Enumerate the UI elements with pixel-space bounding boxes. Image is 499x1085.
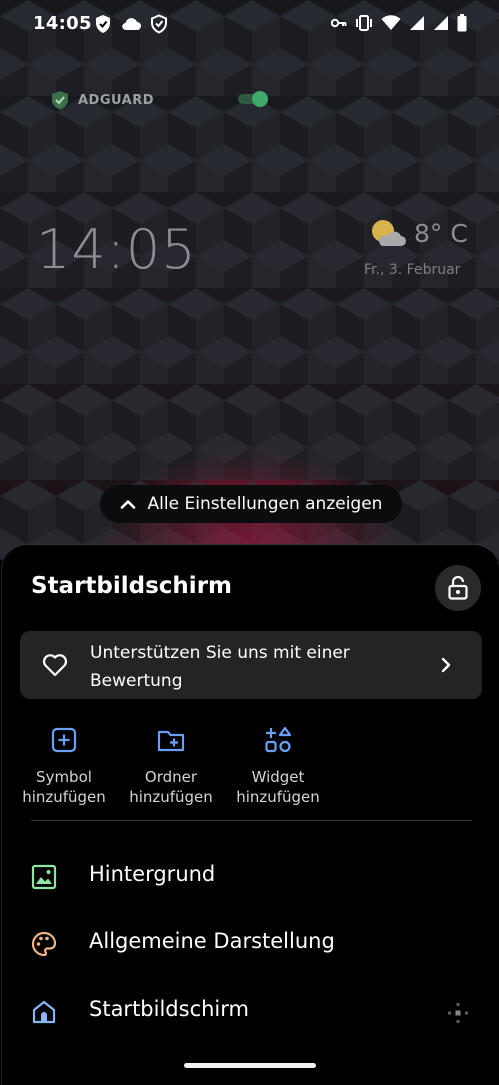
add-folder-button[interactable]: Ordner hinzufügen bbox=[116, 725, 226, 807]
divider bbox=[31, 820, 472, 821]
settings-sheet: Startbildschirm Unterstützen Sie uns mit… bbox=[1, 544, 499, 1085]
chevron-up-icon bbox=[120, 500, 135, 509]
adguard-logo-icon bbox=[52, 91, 68, 110]
chevron-right-icon bbox=[441, 657, 451, 673]
heart-icon bbox=[42, 654, 68, 677]
signal-icon bbox=[434, 16, 448, 30]
unlock-icon bbox=[448, 576, 468, 600]
menu-label-appearance: Allgemeine Darstellung bbox=[89, 929, 335, 953]
widgets-icon bbox=[265, 726, 292, 753]
wifi-icon bbox=[381, 15, 401, 30]
rating-card[interactable]: Unterstützen Sie uns mit einer Bewertung bbox=[20, 631, 482, 699]
menu-label-homescreen: Startbildschirm bbox=[89, 997, 249, 1021]
weather-temperature: 8° C bbox=[414, 218, 468, 248]
image-icon bbox=[31, 864, 57, 890]
cloud-icon bbox=[122, 18, 141, 31]
all-settings-button[interactable]: Alle Einstellungen anzeigen bbox=[100, 485, 402, 523]
signal-icon bbox=[410, 16, 424, 30]
shield-check-icon bbox=[151, 14, 167, 34]
adguard-toggle[interactable] bbox=[238, 90, 270, 108]
vibrate-icon bbox=[356, 15, 372, 31]
partly-cloudy-icon bbox=[372, 220, 406, 246]
adguard-widget[interactable]: ADGUARD bbox=[50, 88, 280, 112]
add-square-icon bbox=[51, 727, 77, 753]
menu-label-background: Hintergrund bbox=[89, 862, 216, 886]
add-symbol-label: Symbol hinzufügen bbox=[22, 768, 106, 806]
drag-handle-icon[interactable] bbox=[446, 1001, 470, 1025]
battery-icon bbox=[457, 14, 467, 32]
home-icon bbox=[32, 1000, 56, 1024]
all-settings-label: Alle Einstellungen anzeigen bbox=[147, 494, 383, 514]
adguard-shield-icon bbox=[96, 15, 110, 33]
menu-item-background[interactable]: Hintergrund bbox=[2, 848, 499, 904]
status-time: 14:05 bbox=[33, 13, 92, 34]
weather-widget[interactable]: 8° C bbox=[368, 218, 468, 248]
home-clock[interactable]: 14:05 bbox=[36, 218, 197, 281]
add-widget-label: Widget hinzufügen bbox=[236, 768, 320, 806]
add-folder-label: Ordner hinzufügen bbox=[129, 768, 213, 806]
menu-item-homescreen[interactable]: Startbildschirm bbox=[2, 983, 499, 1039]
menu-item-appearance[interactable]: Allgemeine Darstellung bbox=[2, 915, 499, 971]
add-widget-button[interactable]: Widget hinzufügen bbox=[223, 725, 333, 807]
add-folder-icon bbox=[157, 730, 185, 752]
status-bar: 14:05 bbox=[0, 0, 499, 50]
sheet-title: Startbildschirm bbox=[31, 573, 233, 599]
vpn-key-icon bbox=[331, 18, 347, 28]
home-indicator[interactable] bbox=[184, 1063, 316, 1068]
rating-text: Unterstützen Sie uns mit einer Bewertung bbox=[90, 643, 350, 691]
palette-icon bbox=[31, 931, 57, 957]
lock-layout-button[interactable] bbox=[435, 565, 481, 611]
adguard-label: ADGUARD bbox=[78, 92, 155, 108]
weather-date: Fr., 3. Februar bbox=[364, 262, 461, 278]
add-symbol-button[interactable]: Symbol hinzufügen bbox=[9, 725, 119, 807]
